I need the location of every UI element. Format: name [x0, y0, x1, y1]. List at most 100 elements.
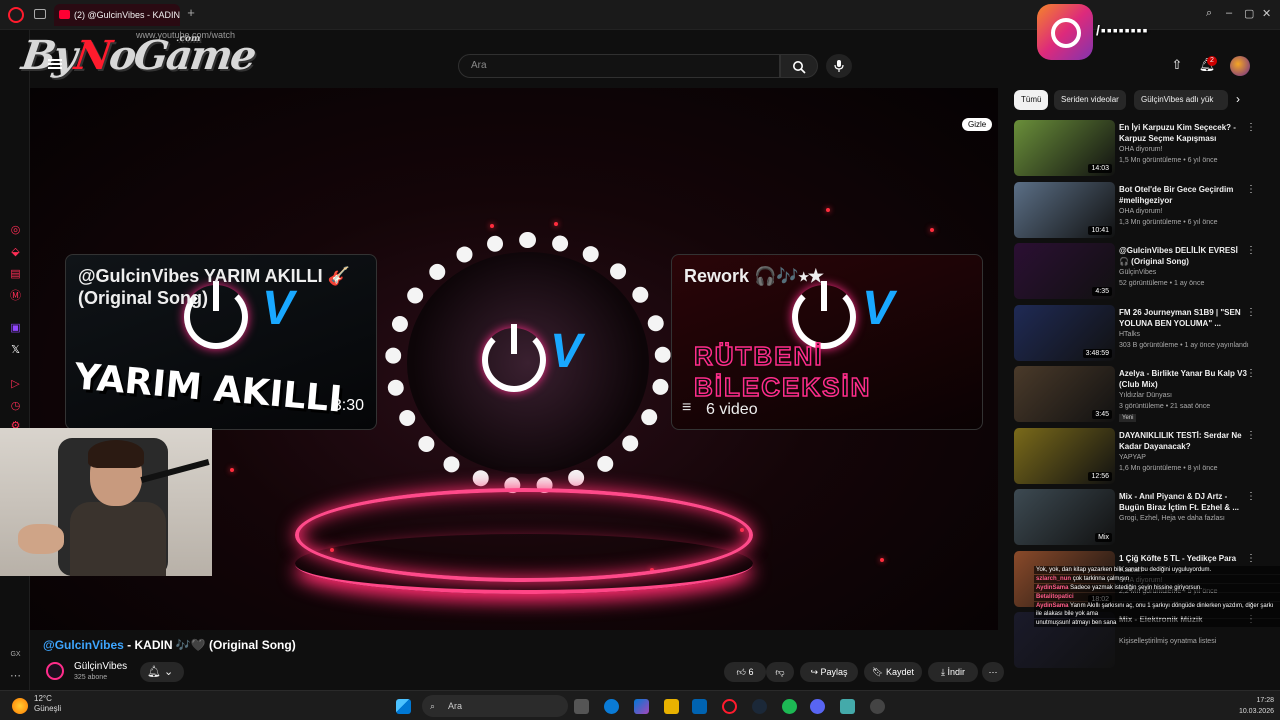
- recommendation-item[interactable]: Mix Mix - Anıl Piyancı & DJ Artz - Bugün …: [1014, 489, 1270, 547]
- discord-icon[interactable]: [810, 699, 825, 714]
- chip-channel[interactable]: GülçinVibes adlı yük: [1134, 90, 1228, 110]
- recommendation-item[interactable]: 12:56 DAYANIKLILIK TESTİ: Serdar Ne Kadar…: [1014, 427, 1270, 486]
- video-thumbnail[interactable]: 12:56: [1014, 427, 1115, 484]
- more-options-icon[interactable]: ⋮: [1246, 491, 1256, 502]
- video-thumbnail[interactable]: 3:45: [1014, 366, 1115, 422]
- channel-name[interactable]: GülçinVibes: [74, 661, 127, 672]
- more-actions-button[interactable]: ⋯: [982, 662, 1004, 682]
- maximize-button[interactable]: ▢: [1244, 7, 1254, 20]
- endscreen-video-card[interactable]: V @GulcinVibes YARIM AKILLI 🎸 (Original …: [65, 254, 377, 430]
- minimize-button[interactable]: –: [1226, 7, 1232, 19]
- more-options-icon[interactable]: ⋮: [1246, 368, 1256, 379]
- recommendation-item[interactable]: 4:35 @GulcinVibes DELİLİK EVRESİ 🎧 (Origi…: [1014, 243, 1270, 301]
- recommendation-channel[interactable]: Yıldızlar Dünyası: [1119, 392, 1172, 399]
- more-options-icon[interactable]: ⋮: [1246, 307, 1256, 318]
- video-thumbnail[interactable]: 4:35: [1014, 243, 1115, 299]
- chip-all[interactable]: Tümü: [1014, 90, 1049, 110]
- recommendation-item[interactable]: 3:48:59 FM 26 Journeyman S1B9 | "SEN YOLU…: [1014, 304, 1270, 363]
- more-options-icon[interactable]: ⋮: [1246, 184, 1256, 195]
- taskbar-search[interactable]: ⌕ Ara: [422, 695, 568, 717]
- close-button[interactable]: ✕: [1262, 7, 1271, 20]
- card-art-text: RÜTBENİ BİLECEKSİN: [693, 340, 872, 403]
- player-icon[interactable]: ▷: [9, 378, 22, 391]
- search-tabs-icon[interactable]: ⌕: [1206, 7, 1212, 20]
- subscription-bell-button[interactable]: 🔔︎ ⌄: [140, 662, 184, 682]
- windows-start-icon[interactable]: [396, 699, 411, 714]
- search-input[interactable]: Ara: [458, 54, 780, 78]
- copilot-icon[interactable]: [634, 699, 649, 714]
- voice-search-button[interactable]: [826, 54, 852, 78]
- twitch-icon[interactable]: ▣: [9, 322, 22, 335]
- recommendation-channel[interactable]: GülçinVibes: [1119, 269, 1156, 276]
- system-clock[interactable]: 17:28 10.03.2026: [1218, 695, 1274, 717]
- share-button[interactable]: ↪ Paylaş: [800, 662, 858, 682]
- recommendation-title[interactable]: Bot Otel'de Bir Gece Geçirdim #melihgezi…: [1119, 184, 1249, 206]
- file-explorer-icon[interactable]: [664, 699, 679, 714]
- recommendation-channel[interactable]: Grogi, Ezhel, Heja ve daha fazlası: [1119, 515, 1225, 522]
- video-thumbnail[interactable]: 14:03: [1014, 120, 1115, 176]
- opera-icon[interactable]: [8, 7, 24, 23]
- recommendation-title[interactable]: Azelya - Birlikte Yanar Bu Kalp V3 (Club…: [1119, 368, 1249, 390]
- chat-username: Betalitopatici: [1036, 594, 1074, 600]
- app-icon[interactable]: [840, 699, 855, 714]
- like-button[interactable]: 👍︎ 6: [724, 662, 766, 682]
- account-avatar[interactable]: [1230, 56, 1250, 76]
- recommendation-channel[interactable]: OHA diyorum!: [1119, 208, 1163, 215]
- recommendation-title[interactable]: @GulcinVibes DELİLİK EVRESİ 🎧 (Original …: [1119, 245, 1249, 267]
- more-options-icon[interactable]: ⋮: [1246, 430, 1256, 441]
- browser-tab[interactable]: (2) @GulcinVibes - KADIN: [54, 4, 180, 26]
- obs-icon[interactable]: [870, 699, 885, 714]
- video-thumbnail[interactable]: 3:48:59: [1014, 304, 1115, 361]
- recommendation-item[interactable]: 10:41 Bot Otel'de Bir Gece Geçirdim #meli…: [1014, 181, 1270, 240]
- opera-gx-icon[interactable]: [722, 699, 737, 714]
- recommendation-channel[interactable]: Kişiselleştirilmiş oynatma listesi: [1119, 638, 1216, 645]
- recommendation-item[interactable]: 3:45 Azelya - Birlikte Yanar Bu Kalp V3 (…: [1014, 366, 1270, 424]
- task-view-icon[interactable]: [574, 699, 589, 714]
- history-icon[interactable]: ◷: [9, 400, 22, 413]
- crypto-wallet-icon[interactable]: ⬙: [9, 246, 22, 259]
- card-duration: 3:30: [332, 397, 364, 414]
- channel-avatar[interactable]: [46, 662, 64, 680]
- aria-icon[interactable]: ◎: [9, 224, 22, 237]
- x-icon[interactable]: 𝕏: [9, 344, 22, 357]
- hide-button[interactable]: Gizle: [962, 118, 993, 131]
- messenger-icon[interactable]: Ⓜ: [9, 290, 22, 303]
- thumbs-down-icon: 👎︎: [775, 667, 785, 677]
- title-mention-link[interactable]: @GulcinVibes: [43, 638, 124, 652]
- recommendation-title[interactable]: Mix - Anıl Piyancı & DJ Artz - Bugün Bir…: [1119, 491, 1249, 513]
- search-button[interactable]: [780, 54, 818, 78]
- video-thumbnail[interactable]: 10:41: [1014, 181, 1115, 238]
- recommendation-channel[interactable]: HTalks: [1119, 331, 1140, 338]
- menu-icon[interactable]: [48, 59, 62, 69]
- more-options-icon[interactable]: ⋮: [1246, 122, 1256, 133]
- recommendation-title[interactable]: En İyi Karpuzu Kim Seçecek? - Karpuz Seç…: [1119, 122, 1249, 144]
- recommendation-title[interactable]: FM 26 Journeyman S1B9 | "SEN YOLUNA BEN …: [1119, 307, 1249, 329]
- tiktok-icon[interactable]: ▤: [9, 268, 22, 281]
- new-tab-button[interactable]: +: [184, 6, 198, 20]
- edge-icon[interactable]: [604, 699, 619, 714]
- save-button[interactable]: 🔖︎ Kaydet: [864, 662, 922, 682]
- more-icon[interactable]: ⋯: [9, 670, 22, 683]
- steam-icon[interactable]: [752, 699, 767, 714]
- weather-widget[interactable]: 12°C Güneşli: [34, 694, 61, 714]
- tab-menu-icon[interactable]: [34, 9, 46, 19]
- upload-icon[interactable]: ⇧: [1168, 57, 1186, 75]
- gx-icon[interactable]: GX: [9, 648, 22, 661]
- chevron-right-icon[interactable]: ›: [1236, 92, 1240, 106]
- chat-text: Sadece yazmak istediğin şeyin hissine gi…: [1070, 585, 1202, 591]
- chip-series[interactable]: Seriden videolar: [1054, 90, 1126, 110]
- download-button[interactable]: ⤓ İndir: [928, 662, 978, 682]
- more-options-icon[interactable]: ⋮: [1246, 553, 1256, 564]
- recommendation-channel[interactable]: YAPYAP: [1119, 454, 1146, 461]
- recommendation-meta: 1,6 Mn görüntüleme • 8 yıl önce: [1119, 464, 1218, 472]
- recommendation-channel[interactable]: OHA diyorum!: [1119, 146, 1163, 153]
- card-title: @GulcinVibes YARIM AKILLI 🎸 (Original So…: [78, 266, 351, 308]
- recommendation-title[interactable]: DAYANIKLILIK TESTİ: Serdar Ne Kadar Daya…: [1119, 430, 1249, 452]
- more-options-icon[interactable]: ⋮: [1246, 245, 1256, 256]
- endscreen-playlist-card[interactable]: V Rework 🎧🎶⭑★ RÜTBENİ BİLECEKSİN ≡ 6 vid…: [671, 254, 983, 430]
- video-thumbnail[interactable]: Mix: [1014, 489, 1115, 545]
- recommendation-item[interactable]: 14:03 En İyi Karpuzu Kim Seçecek? - Karpu…: [1014, 120, 1270, 178]
- dislike-button[interactable]: 👎︎: [766, 662, 794, 682]
- spotify-icon[interactable]: [782, 699, 797, 714]
- store-icon[interactable]: [692, 699, 707, 714]
